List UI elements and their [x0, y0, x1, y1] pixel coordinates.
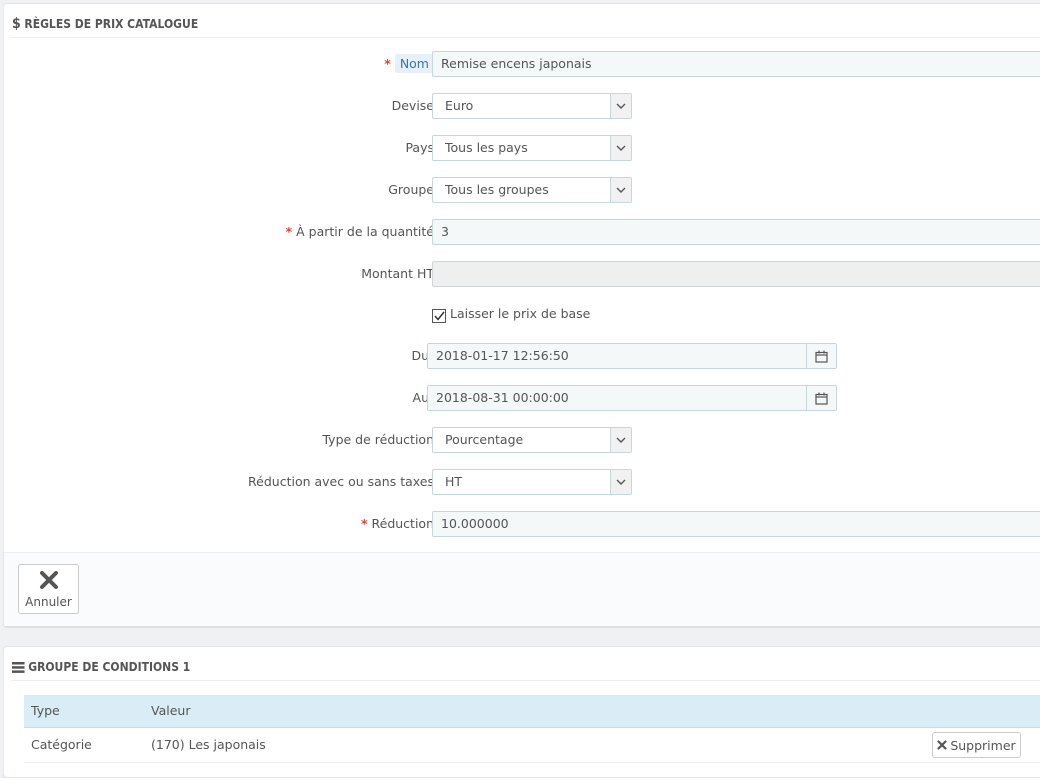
- panel-title: RÈGLES DE PRIX CATALOGUE: [24, 17, 199, 31]
- form-row-group: Groupe Tous les groupes: [4, 176, 1040, 204]
- amount-input[interactable]: [432, 261, 1040, 287]
- header-divider: [11, 680, 1040, 681]
- calendar-icon: [815, 392, 828, 405]
- close-icon: [39, 570, 58, 589]
- dollar-icon: $: [12, 16, 21, 32]
- form-row-reduction-tax: Réduction avec ou sans taxes HT: [4, 468, 1040, 496]
- price-rules-panel: $ RÈGLES DE PRIX CATALOGUE * Nom Remise e…: [3, 3, 1040, 626]
- cancel-label: Annuler: [25, 594, 72, 609]
- name-label: * Nom: [384, 50, 434, 78]
- column-type: Type: [31, 703, 60, 718]
- form-row-reduction-type: Type de réduction Pourcentage: [4, 426, 1040, 454]
- column-value: Valeur: [151, 703, 191, 718]
- keep-base-price-checkbox[interactable]: [432, 309, 446, 323]
- table-header: Type Valeur: [24, 695, 1040, 728]
- chevron-down-icon: [610, 136, 631, 160]
- chevron-down-icon: [610, 428, 631, 452]
- delete-label: Supprimer: [950, 737, 1016, 753]
- form-row-quantity: * À partir de la quantité 3: [4, 218, 1040, 246]
- delete-button[interactable]: Supprimer: [932, 732, 1021, 758]
- list-icon: [12, 661, 25, 673]
- reduction-input[interactable]: 10.000000: [432, 511, 1040, 537]
- reduction-tax-label: Réduction avec ou sans taxes: [248, 474, 434, 489]
- form-row-amount: Montant HT: [4, 260, 1040, 288]
- to-date-input[interactable]: 2018-08-31 00:00:00: [427, 385, 807, 411]
- from-date-calendar-button[interactable]: [806, 343, 837, 369]
- country-label: Pays: [405, 140, 434, 155]
- keep-base-price-option: Laisser le prix de base: [432, 306, 590, 323]
- chevron-down-icon: [610, 178, 631, 202]
- from-date-input[interactable]: 2018-01-17 12:56:50: [427, 343, 807, 369]
- panel-header: GROUPE DE CONDITIONS 1: [12, 654, 190, 680]
- to-date-calendar-button[interactable]: [806, 385, 837, 411]
- reduction-type-label: Type de réduction: [322, 432, 434, 447]
- check-icon: [433, 311, 445, 321]
- currency-label: Devise: [391, 98, 434, 113]
- reduction-type-select[interactable]: Pourcentage: [432, 427, 632, 453]
- form-row-reduction: * Réduction 10.000000: [4, 510, 1040, 538]
- quantity-label: * À partir de la quantité: [285, 224, 434, 239]
- keep-base-price-label: Laisser le prix de base: [450, 306, 591, 321]
- chevron-down-icon: [610, 94, 631, 118]
- quantity-input[interactable]: 3: [432, 219, 1040, 245]
- panel-title: GROUPE DE CONDITIONS 1: [28, 660, 191, 674]
- form-row-country: Pays Tous les pays: [4, 134, 1040, 162]
- form-row-currency: Devise Euro: [4, 92, 1040, 120]
- amount-label: Montant HT: [361, 266, 434, 281]
- group-label: Groupe: [388, 182, 434, 197]
- required-mark: *: [384, 56, 391, 71]
- cell-value: (170) Les japonais: [151, 737, 266, 752]
- conditions-panel: GROUPE DE CONDITIONS 1 Type Valeur Catég…: [3, 646, 1040, 778]
- name-input[interactable]: Remise encens japonais: [432, 51, 1040, 77]
- group-select[interactable]: Tous les groupes: [432, 177, 632, 203]
- header-divider: [11, 37, 1040, 38]
- chevron-down-icon: [610, 470, 631, 494]
- calendar-icon: [815, 350, 828, 363]
- form-row-keep-base-price: Laisser le prix de base: [4, 302, 1040, 330]
- form-row-from-date: Du 2018-01-17 12:56:50: [4, 342, 1040, 370]
- reduction-label: * Réduction: [360, 516, 434, 531]
- reduction-tax-select[interactable]: HT: [432, 469, 632, 495]
- currency-select[interactable]: Euro: [432, 93, 632, 119]
- cancel-button[interactable]: Annuler: [18, 564, 79, 614]
- table-row: Catégorie (170) Les japonais Supprimer: [24, 728, 1040, 763]
- panel-header: $ RÈGLES DE PRIX CATALOGUE: [12, 11, 198, 37]
- close-icon: [937, 740, 947, 750]
- form-row-to-date: Au 2018-08-31 00:00:00: [4, 384, 1040, 412]
- cell-type: Catégorie: [31, 737, 92, 752]
- country-select[interactable]: Tous les pays: [432, 135, 632, 161]
- form-row-name: * Nom Remise encens japonais: [4, 50, 1040, 78]
- panel-footer: Annuler: [4, 552, 1040, 626]
